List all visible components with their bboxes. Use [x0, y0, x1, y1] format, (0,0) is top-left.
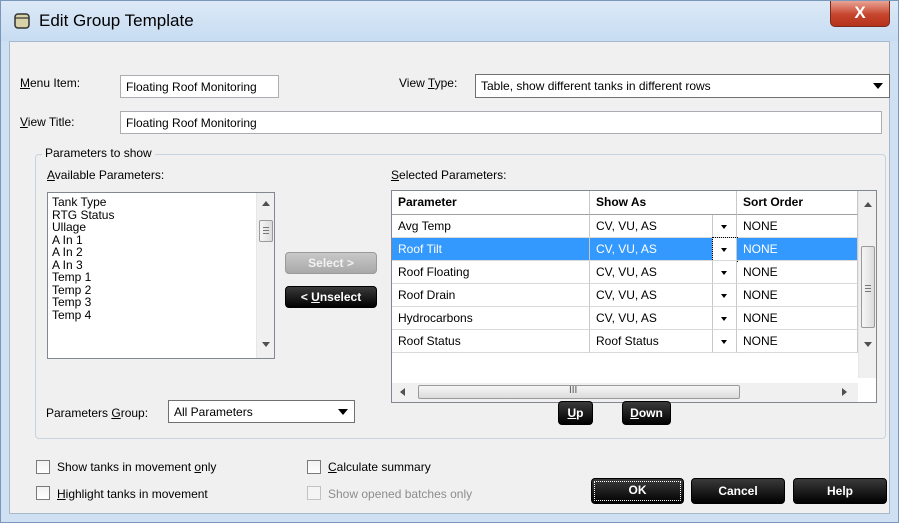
unselect-button[interactable]: < Unselect [285, 286, 377, 308]
chevron-down-icon [338, 409, 348, 415]
scroll-thumb[interactable] [259, 220, 273, 242]
parameters-group-legend: Parameters to show [42, 146, 155, 160]
scroll-grip: III [569, 385, 578, 396]
selected-parameters-label: Selected Parameters: [391, 168, 507, 182]
available-parameters-label: Available Parameters: [47, 168, 165, 182]
title-bar[interactable]: Edit Group Template X [1, 1, 898, 41]
template-icon [14, 13, 30, 29]
parameters-group-dropdown[interactable]: All Parameters [168, 400, 355, 423]
show-as-cell[interactable]: CV, VU, AS [590, 238, 713, 261]
selected-parameters-grid[interactable]: Parameter Show As Sort Order Avg Temp CV, V… [391, 190, 877, 403]
move-up-button[interactable]: Up [558, 401, 593, 425]
chevron-down-icon [721, 271, 727, 275]
view-title-label: View Title: [20, 115, 75, 129]
menu-item-field[interactable]: Floating Roof Monitoring [120, 75, 279, 98]
sort-order-cell[interactable]: NONE [737, 330, 858, 353]
chevron-down-icon [721, 294, 727, 298]
dialog-window: Edit Group Template X Menu Item: Floatin… [0, 0, 899, 523]
show-as-cell[interactable]: CV, VU, AS [590, 284, 713, 307]
show-as-dropdown-button[interactable] [713, 215, 737, 238]
grid-horizontal-scrollbar[interactable]: III [392, 383, 858, 402]
list-item[interactable]: Temp 4 [48, 308, 274, 322]
show-as-dropdown-button[interactable] [713, 330, 737, 353]
sort-order-cell[interactable]: NONE [737, 307, 858, 330]
parameter-cell[interactable]: Hydrocarbons [392, 307, 590, 330]
list-item[interactable]: Tank Type [48, 196, 274, 209]
column-header[interactable]: Show As [590, 191, 737, 215]
parameter-cell[interactable]: Roof Floating [392, 261, 590, 284]
scroll-left-icon[interactable] [400, 388, 405, 396]
list-item[interactable]: A In 2 [48, 246, 274, 259]
show-as-dropdown-button[interactable] [712, 237, 738, 262]
chevron-down-icon [721, 340, 727, 344]
show-moving-checkbox[interactable] [36, 460, 50, 474]
scroll-down-icon[interactable] [864, 342, 872, 347]
chevron-down-icon [721, 225, 727, 229]
view-type-label: View Type: [399, 76, 458, 90]
view-type-value: Table, show different tanks in different… [481, 79, 711, 93]
cancel-button[interactable]: Cancel [691, 478, 785, 504]
show-as-cell[interactable]: CV, VU, AS [590, 307, 713, 330]
sort-order-cell[interactable]: NONE [737, 215, 858, 238]
scroll-thumb[interactable] [861, 246, 875, 328]
scroll-up-icon[interactable] [864, 202, 872, 207]
sort-order-cell[interactable]: NONE [737, 238, 858, 261]
ok-button[interactable]: OK [591, 478, 684, 504]
menu-item-label: Menu Item: [20, 76, 81, 90]
sort-order-cell[interactable]: NONE [737, 261, 858, 284]
calculate-summary-checkbox[interactable] [307, 460, 321, 474]
help-button[interactable]: Help [793, 478, 887, 504]
chevron-down-icon [873, 83, 883, 89]
available-list-scrollbar[interactable] [256, 193, 274, 358]
calculate-summary-label[interactable]: Calculate summary [328, 460, 431, 474]
list-item[interactable]: Temp 1 [48, 271, 274, 284]
show-as-dropdown-button[interactable] [713, 307, 737, 330]
parameter-cell[interactable]: Avg Temp [392, 215, 590, 238]
highlight-moving-checkbox[interactable] [36, 486, 50, 500]
chevron-down-icon [721, 248, 727, 252]
parameters-group-label: Parameters Group: [46, 406, 149, 420]
scroll-right-icon[interactable] [842, 388, 847, 396]
show-as-cell[interactable]: CV, VU, AS [590, 215, 713, 238]
column-header[interactable]: Parameter [392, 191, 590, 215]
grid-vertical-scrollbar[interactable] [858, 191, 876, 378]
parameter-cell[interactable]: Roof Drain [392, 284, 590, 307]
select-button[interactable]: Select > [285, 252, 377, 274]
parameter-cell[interactable]: Roof Tilt [392, 238, 590, 261]
scroll-down-icon[interactable] [262, 342, 270, 347]
move-down-button[interactable]: Down [622, 401, 671, 425]
parameters-group-value: All Parameters [174, 405, 253, 419]
available-parameters-list[interactable]: Tank Type RTG Status Ullage A In 1A In 2A I… [47, 192, 275, 359]
show-moving-label[interactable]: Show tanks in movement only [57, 460, 216, 474]
close-button[interactable]: X [830, 1, 890, 27]
list-item[interactable]: Ullage [48, 221, 274, 234]
opened-batches-checkbox [307, 486, 321, 500]
dialog-body: Menu Item: Floating Roof Monitoring View… [9, 41, 890, 514]
chevron-down-icon [721, 317, 727, 321]
column-header[interactable]: Sort Order [737, 191, 858, 215]
show-as-cell[interactable]: CV, VU, AS [590, 261, 713, 284]
scroll-thumb[interactable]: III [418, 385, 740, 399]
view-type-dropdown[interactable]: Table, show different tanks in different… [475, 74, 890, 98]
parameter-cell[interactable]: Roof Status [392, 330, 590, 353]
opened-batches-label: Show opened batches only [328, 487, 473, 501]
show-as-dropdown-button[interactable] [713, 284, 737, 307]
show-as-dropdown-button[interactable] [713, 261, 737, 284]
sort-order-cell[interactable]: NONE [737, 284, 858, 307]
window-title: Edit Group Template [39, 11, 194, 30]
show-as-cell[interactable]: Roof Status [590, 330, 713, 353]
scroll-up-icon[interactable] [262, 201, 270, 206]
view-title-field[interactable]: Floating Roof Monitoring [120, 111, 882, 134]
highlight-moving-label[interactable]: Highlight tanks in movement [57, 487, 208, 501]
list-item[interactable]: Temp 3 [48, 296, 274, 309]
